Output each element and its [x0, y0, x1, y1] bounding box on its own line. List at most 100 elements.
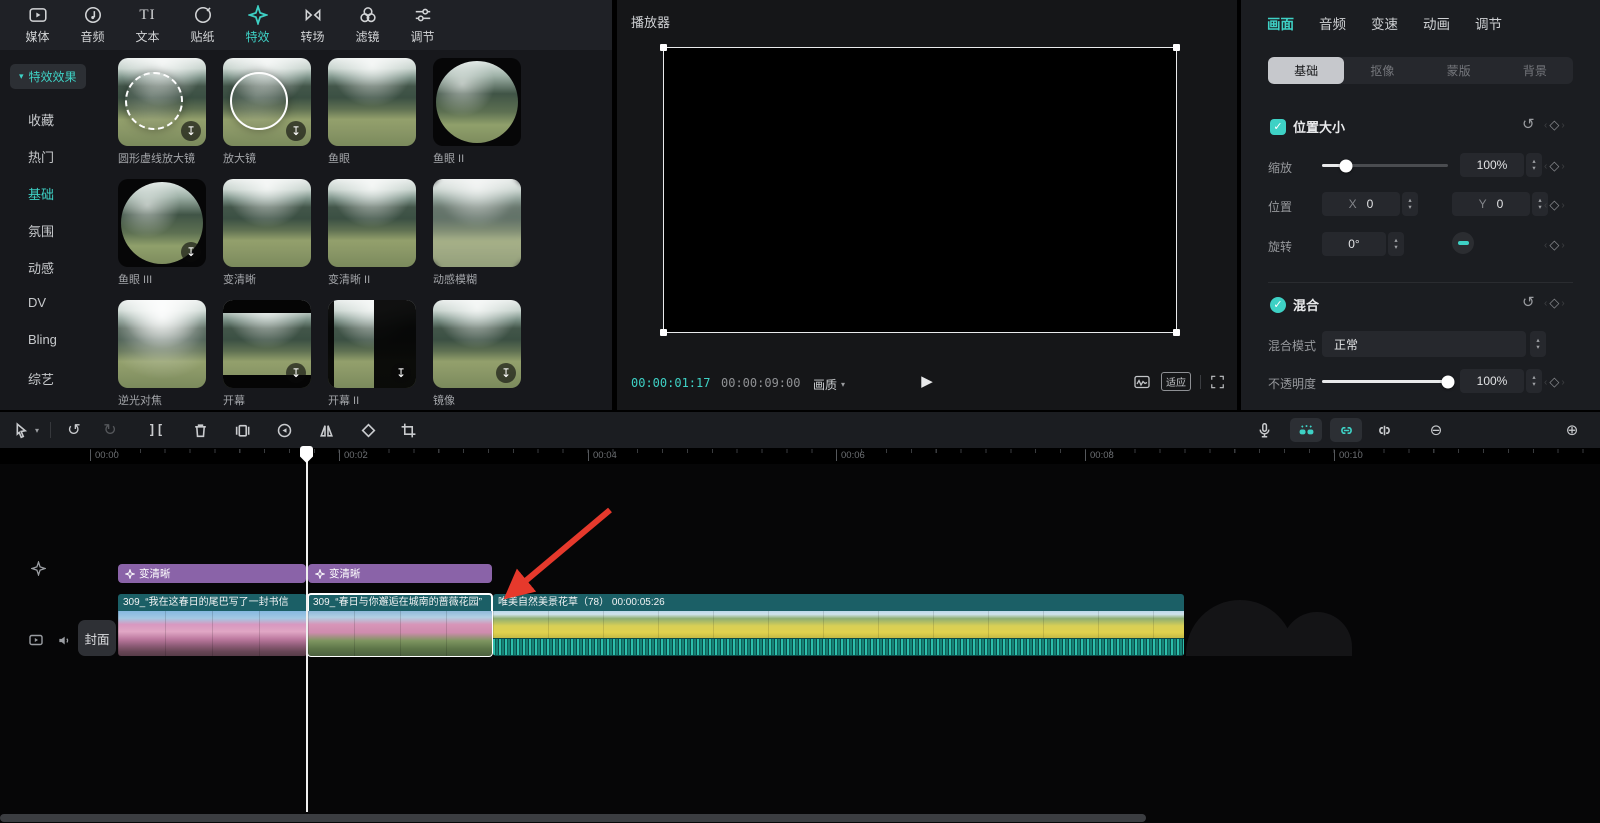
effect-clip-2[interactable]: 变清晰: [308, 564, 492, 583]
rotation-dial[interactable]: [1452, 232, 1474, 254]
tab-adjust[interactable]: 调节: [1475, 13, 1502, 33]
nav-audio[interactable]: 音频: [65, 0, 120, 50]
effects-group-dropdown[interactable]: ▾ 特效效果: [10, 64, 86, 89]
effect-card-fisheye-3[interactable]: ↧ 鱼眼 III: [118, 179, 206, 287]
nav-effects[interactable]: 特效: [230, 0, 285, 50]
category-dynamic[interactable]: 动感: [28, 258, 54, 277]
undo-button[interactable]: ↺: [62, 418, 86, 442]
category-hot[interactable]: 热门: [28, 147, 54, 166]
subtab-background[interactable]: 背景: [1497, 57, 1573, 84]
timeline-ruler[interactable]: 00:00 00:02 00:04 00:06 00:08 00:10: [90, 448, 1600, 463]
opacity-value[interactable]: 100%: [1460, 369, 1524, 393]
blend-reset-icon[interactable]: ↺: [1522, 293, 1535, 311]
record-voiceover-button[interactable]: [1252, 418, 1276, 442]
effect-card-mirror[interactable]: ↧ 镜像: [433, 300, 521, 408]
freeze-frame-button[interactable]: [230, 418, 254, 442]
resize-handle-bottom-left[interactable]: [660, 329, 667, 336]
scale-stepper[interactable]: ▴▾: [1526, 153, 1542, 177]
effect-card-sharpen-2[interactable]: 变清晰 II: [328, 179, 416, 287]
zoom-out-button[interactable]: ⊖: [1424, 418, 1448, 442]
position-keyframe[interactable]: ‹◇›: [1544, 197, 1565, 213]
category-basic[interactable]: 基础: [28, 184, 54, 203]
redo-button[interactable]: ↻: [98, 418, 122, 442]
opacity-slider[interactable]: [1322, 380, 1448, 383]
nav-media[interactable]: 媒体: [10, 0, 65, 50]
nav-adjust[interactable]: 调节: [395, 0, 450, 50]
video-clip-1[interactable]: 309_“我在这春日的尾巴写了一封书信: [118, 594, 307, 656]
resize-handle-bottom-right[interactable]: [1173, 329, 1180, 336]
effect-card-opening[interactable]: ↧ 开幕: [223, 300, 311, 408]
tab-audio[interactable]: 音频: [1319, 13, 1346, 33]
effect-clip-1[interactable]: 变清晰: [118, 564, 306, 583]
video-clip-3[interactable]: 唯美自然美景花草（78） 00:00:05:26: [493, 594, 1184, 656]
scale-value[interactable]: 100%: [1460, 153, 1524, 177]
resize-handle-top-left[interactable]: [660, 44, 667, 51]
opacity-slider-knob[interactable]: [1442, 375, 1455, 388]
mute-track-button[interactable]: [54, 630, 74, 650]
category-ambience[interactable]: 氛围: [28, 221, 54, 240]
tab-speed[interactable]: 变速: [1371, 13, 1398, 33]
position-size-checkbox[interactable]: ✓: [1270, 119, 1286, 135]
delete-button[interactable]: [188, 418, 212, 442]
play-button[interactable]: ▶: [921, 372, 933, 390]
effect-card-backlight-focus[interactable]: 逆光对焦: [118, 300, 206, 408]
scale-slider[interactable]: [1322, 164, 1448, 167]
blend-checkbox[interactable]: ✓: [1270, 297, 1286, 313]
scope-waveform-icon[interactable]: [1132, 374, 1152, 390]
effect-card-fisheye[interactable]: 鱼眼: [328, 58, 416, 166]
blend-keyframe[interactable]: ‹◇›: [1544, 295, 1565, 311]
subtab-cutout[interactable]: 抠像: [1344, 57, 1420, 84]
effect-card-opening-2[interactable]: ↧ 开幕 II: [328, 300, 416, 408]
nav-text[interactable]: TI 文本: [120, 0, 175, 50]
select-tool-button[interactable]: [8, 418, 32, 442]
preview-axis-toggle[interactable]: [1372, 418, 1396, 442]
nav-filter[interactable]: 滤镜: [340, 0, 395, 50]
keyframe-control[interactable]: ‹◇›: [1544, 117, 1565, 133]
mirror-button[interactable]: [314, 418, 338, 442]
fullscreen-icon[interactable]: [1210, 374, 1225, 390]
video-preview-canvas[interactable]: [663, 47, 1177, 333]
timeline-horizontal-scrollbar[interactable]: [0, 814, 1146, 822]
fit-mode-button[interactable]: 适应: [1161, 372, 1191, 391]
split-button[interactable]: ][: [144, 418, 168, 442]
scale-keyframe[interactable]: ‹◇›: [1544, 158, 1565, 174]
effect-card-fisheye-2[interactable]: 鱼眼 II: [433, 58, 521, 166]
select-tool-dropdown[interactable]: ▾: [30, 418, 44, 442]
blend-mode-stepper[interactable]: ▴▾: [1530, 331, 1546, 357]
subtab-mask[interactable]: 蒙版: [1421, 57, 1497, 84]
position-x-field[interactable]: X 0: [1322, 192, 1400, 216]
rotate-button[interactable]: [356, 418, 380, 442]
nav-transition[interactable]: 转场: [285, 0, 340, 50]
effect-card-circle-dashed-magnifier[interactable]: ↧ 圆形虚线放大镜: [118, 58, 206, 166]
category-dv[interactable]: DV: [28, 295, 46, 310]
zoom-in-button[interactable]: ⊕: [1560, 418, 1584, 442]
category-favorites[interactable]: 收藏: [28, 110, 54, 129]
opacity-keyframe[interactable]: ‹◇›: [1544, 374, 1565, 390]
reset-icon[interactable]: ↺: [1522, 115, 1535, 133]
position-y-field[interactable]: Y 0: [1452, 192, 1530, 216]
video-clip-2-selected[interactable]: 309_“春日与你邂逅在城南的蔷薇花园”: [308, 594, 492, 656]
crop-button[interactable]: [396, 418, 420, 442]
rotation-value[interactable]: 0°: [1322, 232, 1386, 256]
position-x-stepper[interactable]: ▴▾: [1402, 192, 1418, 216]
quality-dropdown[interactable]: 画质 ▾: [813, 376, 845, 393]
nav-sticker[interactable]: 贴纸: [175, 0, 230, 50]
reverse-button[interactable]: [272, 418, 296, 442]
effect-card-sharpen[interactable]: 变清晰: [223, 179, 311, 287]
resize-handle-top-right[interactable]: [1173, 44, 1180, 51]
tab-picture[interactable]: 画面: [1267, 13, 1294, 33]
tab-animation[interactable]: 动画: [1423, 13, 1450, 33]
link-toggle[interactable]: [1330, 418, 1362, 442]
opacity-stepper[interactable]: ▴▾: [1526, 369, 1542, 393]
playhead-line[interactable]: [306, 448, 308, 812]
effect-card-motion-blur[interactable]: 动感模糊: [433, 179, 521, 287]
effect-card-magnifier[interactable]: ↧ 放大镜: [223, 58, 311, 166]
auto-snap-toggle[interactable]: [1290, 418, 1322, 442]
category-variety[interactable]: 综艺: [28, 369, 54, 388]
scale-slider-knob[interactable]: [1339, 159, 1352, 172]
rotation-keyframe[interactable]: ‹◇›: [1544, 237, 1565, 253]
blend-mode-dropdown[interactable]: 正常: [1322, 331, 1526, 357]
subtab-basic[interactable]: 基础: [1268, 57, 1344, 84]
rotation-stepper[interactable]: ▴▾: [1388, 232, 1404, 256]
category-bling[interactable]: Bling: [28, 332, 57, 347]
